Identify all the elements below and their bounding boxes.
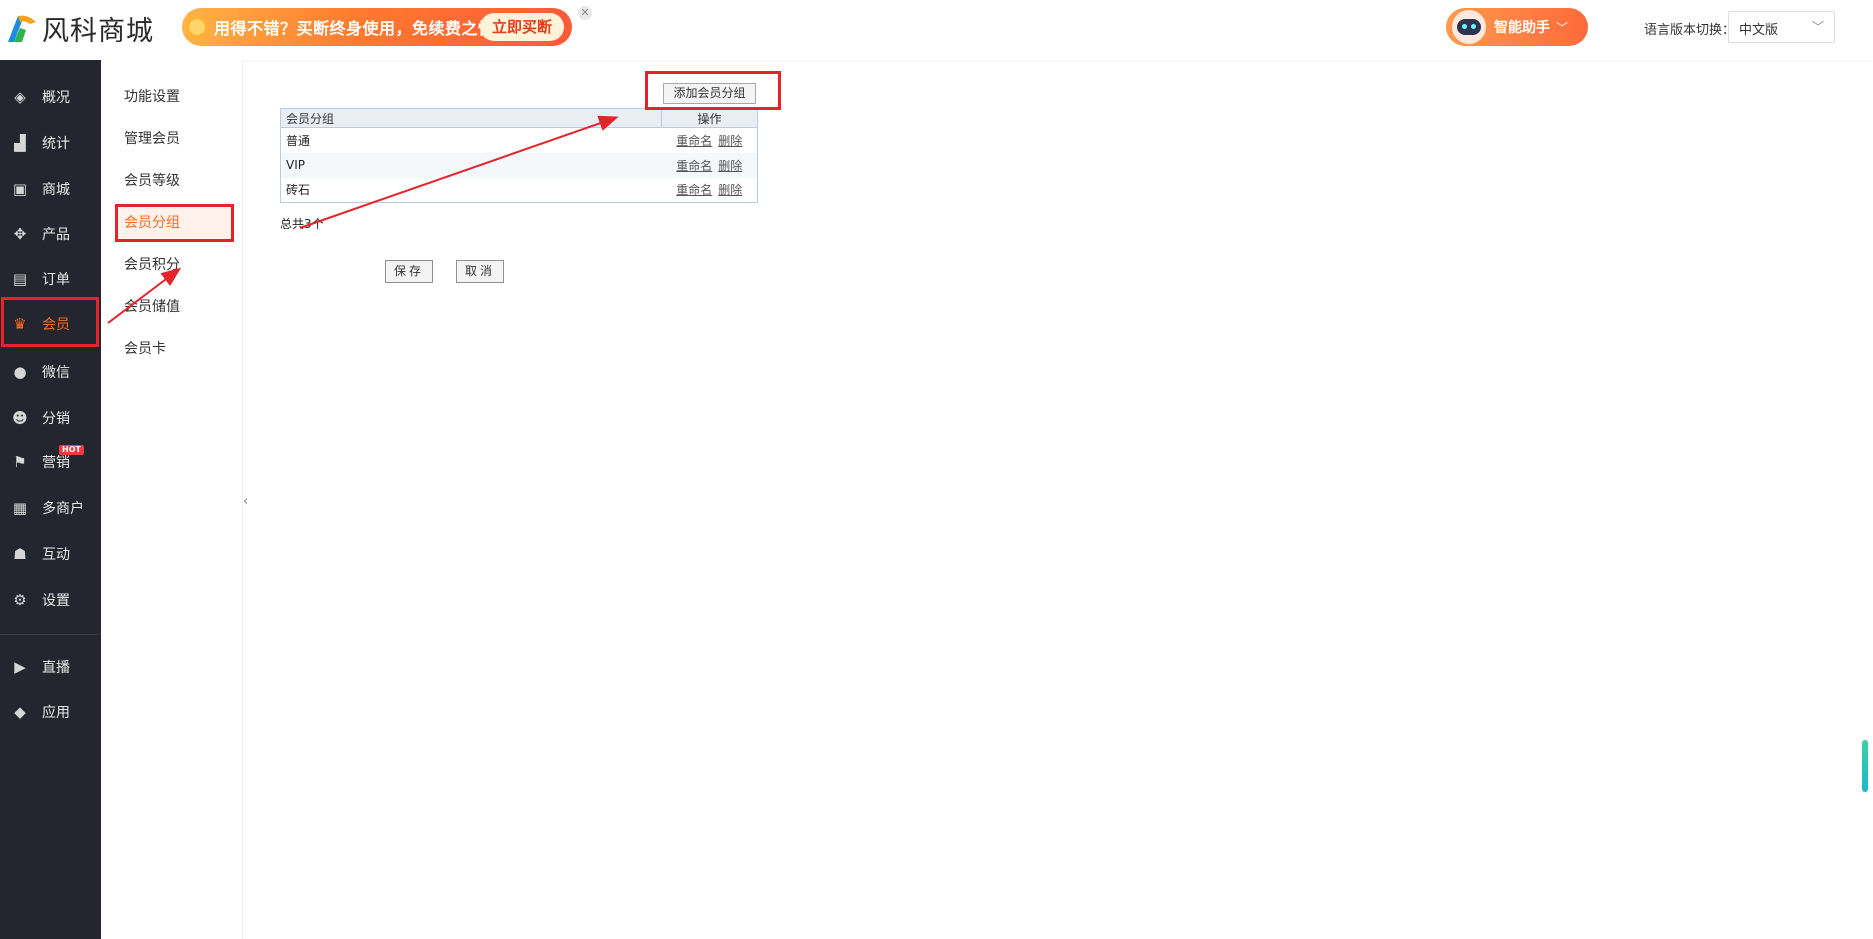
rename-link[interactable]: 重命名 xyxy=(676,159,712,173)
table-row: 普通 重命名 删除 xyxy=(281,128,758,153)
chevron-down-icon: ﹀ xyxy=(1556,20,1569,35)
sidebar-item-3[interactable]: ✥ 产品 xyxy=(0,214,101,254)
sidebar-item-4[interactable]: ▤ 订单 xyxy=(0,259,101,299)
promo-text: 用得不错？买断终身使用，免续费之忧！ xyxy=(214,19,512,38)
sidebar-item-label: 分销 xyxy=(42,411,70,427)
user-icon: ☻ xyxy=(12,409,28,427)
sidebar-item-1[interactable]: ▟ 统计 xyxy=(0,123,101,163)
sidebar-item-label: 互动 xyxy=(42,547,70,563)
subnav-item-0[interactable]: 功能设置 xyxy=(115,80,233,114)
flag-icon: ⚑ xyxy=(13,453,27,471)
order-icon: ▤ xyxy=(12,270,28,288)
grid-icon: ✥ xyxy=(13,225,27,243)
gear-icon: ⚙ xyxy=(13,591,27,609)
sidebar-item-13[interactable]: ◆ 应用 xyxy=(0,692,101,732)
sidebar-item-12[interactable]: ▶ 直播 xyxy=(0,647,101,687)
subnav-item-4[interactable]: 会员积分 xyxy=(115,248,233,282)
column-header-group: 会员分组 xyxy=(280,108,662,128)
row-actions: 重命名 删除 xyxy=(661,152,758,178)
annotation-box-add-group xyxy=(645,71,781,110)
assistant-label: 智能助手 xyxy=(1494,20,1550,36)
sidebar-item-label: 营销 xyxy=(42,455,70,471)
sidebar-item-11[interactable]: ⚙ 设置 xyxy=(0,580,101,620)
smart-assistant-button[interactable]: 智能助手 ﹀ xyxy=(1446,8,1588,46)
save-button[interactable]: 保存 xyxy=(385,260,433,283)
apps-icon: ◆ xyxy=(14,703,26,721)
sidebar-item-label: 订单 xyxy=(42,272,70,288)
sidebar-item-8[interactable]: ⚑ 营销 HOT xyxy=(0,442,101,482)
sidebar-item-7[interactable]: ☻ 分销 xyxy=(0,398,101,438)
group-name: 普通 xyxy=(286,133,311,148)
subnav-item-6[interactable]: 会员卡 xyxy=(115,332,233,366)
sidebar-item-2[interactable]: ▣ 商城 xyxy=(0,169,101,209)
app-root: 风科商城 用得不错？买断终身使用，免续费之忧！ 立即买断 ✕ 智能助手 ﹀ 语言… xyxy=(0,0,1873,939)
close-icon[interactable]: ✕ xyxy=(578,6,592,20)
main-sidebar: ◈ 概况 ▟ 统计 ▣ 商城 ✥ 产品 ▤ 订单 ♛ 会员 ● 微信 ☻ 分销 ⚑ 营销 HOT ▦ 多商户 ☗ 互动 ⚙ 设置… xyxy=(0,60,101,939)
subnav-item-2[interactable]: 会员等级 xyxy=(115,164,233,198)
delete-link[interactable]: 删除 xyxy=(718,134,742,148)
top-header: 风科商城 用得不错？买断终身使用，免续费之忧！ 立即买断 ✕ 智能助手 ﹀ 语言… xyxy=(0,0,1873,60)
subnav-item-1[interactable]: 管理会员 xyxy=(115,122,233,156)
chart-icon: ▟ xyxy=(14,134,26,152)
subnav-item-5[interactable]: 会员储值 xyxy=(115,290,233,324)
sidebar-item-label: 商城 xyxy=(42,182,70,198)
annotation-box-member-group xyxy=(115,204,234,242)
language-label: 语言版本切换： xyxy=(1644,23,1736,38)
rename-link[interactable]: 重命名 xyxy=(676,183,712,197)
row-actions: 重命名 删除 xyxy=(662,128,758,153)
rename-link[interactable]: 重命名 xyxy=(676,134,712,148)
sidebar-item-6[interactable]: ● 微信 xyxy=(0,352,101,392)
layers-icon: ◈ xyxy=(14,88,26,106)
language-value: 中文版 xyxy=(1739,23,1779,38)
buyout-button[interactable]: 立即买断 xyxy=(479,13,564,41)
sub-sidebar: 功能设置 管理会员 会员等级 会员分组 会员积分 会员储值 会员卡 xyxy=(101,60,243,939)
sidebar-item-label: 多商户 xyxy=(42,501,84,517)
main-content: 添加会员分组 会员分组 操作 普通 重命名 删除 VIP 重命名 删除 砖石 重… xyxy=(244,60,1873,939)
live-icon: ▶ xyxy=(14,658,26,676)
sidebar-item-10[interactable]: ☗ 互动 xyxy=(0,534,101,574)
sidebar-item-label: 直播 xyxy=(42,660,70,676)
total-number: 3 xyxy=(304,217,312,231)
hot-badge: HOT xyxy=(59,445,84,455)
group-name: VIP xyxy=(280,152,662,178)
chevron-down-icon: ﹀ xyxy=(1811,20,1824,34)
shop-icon: ▣ xyxy=(12,180,28,198)
table-row: VIP 重命名 删除 xyxy=(280,152,758,178)
robot-icon xyxy=(1452,10,1486,44)
logo[interactable]: 风科商城 xyxy=(4,8,154,48)
interact-icon: ☗ xyxy=(13,545,27,563)
column-header-ops: 操作 xyxy=(661,108,758,128)
member-group-table: 会员分组 操作 普通 重命名 删除 VIP 重命名 删除 砖石 重命名 删除 xyxy=(280,108,758,203)
promo-banner[interactable]: 用得不错？买断终身使用，免续费之忧！ 立即买断 xyxy=(182,8,572,46)
sidebar-item-label: 设置 xyxy=(42,593,70,609)
table-header-row: 会员分组 操作 xyxy=(280,108,758,128)
sidebar-item-label: 微信 xyxy=(42,365,70,381)
wechat-icon: ● xyxy=(13,363,27,381)
language-select[interactable]: 中文版 ﹀ xyxy=(1728,11,1835,43)
row-actions: 重命名 删除 xyxy=(662,178,758,203)
sidebar-divider xyxy=(0,634,101,635)
logo-text: 风科商城 xyxy=(42,15,154,47)
sidebar-item-9[interactable]: ▦ 多商户 xyxy=(0,488,101,528)
sidebar-item-label: 概况 xyxy=(42,90,70,106)
group-name: 砖石 xyxy=(286,183,311,198)
sidebar-item-label: 产品 xyxy=(42,227,70,243)
coin-icon xyxy=(186,16,208,38)
scrollbar-thumb[interactable] xyxy=(1862,740,1868,792)
sidebar-item-0[interactable]: ◈ 概况 xyxy=(0,77,101,117)
delete-link[interactable]: 删除 xyxy=(718,183,742,197)
sidebar-item-label: 统计 xyxy=(42,136,70,152)
annotation-box-member-nav xyxy=(1,297,99,347)
delete-link[interactable]: 删除 xyxy=(718,159,742,173)
logo-icon xyxy=(8,15,36,42)
sidebar-item-label: 应用 xyxy=(42,705,70,721)
merchant-icon: ▦ xyxy=(12,499,28,517)
total-suffix: 个 xyxy=(311,217,324,231)
total-prefix: 总共 xyxy=(280,217,305,231)
total-count: 总共3个 xyxy=(280,215,324,232)
table-row: 砖石 重命名 删除 xyxy=(281,178,758,203)
cancel-button[interactable]: 取消 xyxy=(456,260,504,283)
